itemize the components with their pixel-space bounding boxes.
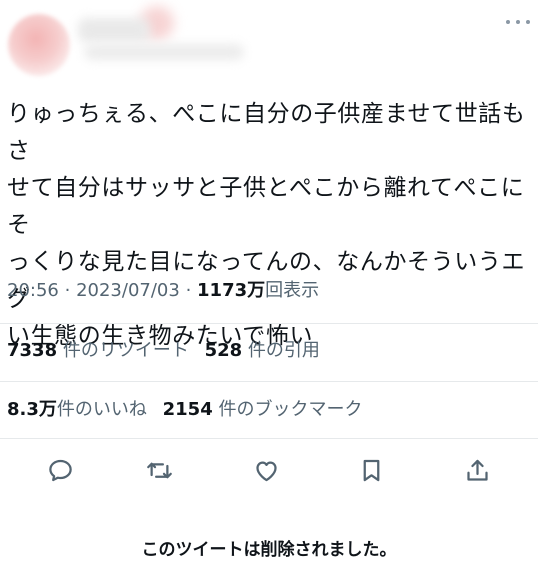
quotes-count: 528: [204, 340, 243, 361]
more-icon-dot: [516, 20, 520, 24]
views-count[interactable]: 1173万: [197, 280, 265, 301]
retweets-stat[interactable]: 7338 件のリツイート: [7, 340, 189, 361]
like-button[interactable]: [248, 452, 284, 488]
bookmarks-label: 件のブックマーク: [218, 399, 363, 420]
like-icon: [255, 461, 277, 481]
blurred-display-name[interactable]: [78, 18, 150, 42]
more-icon-dot: [506, 20, 510, 24]
deleted-notice: このツイートは削除されました。: [141, 540, 397, 560]
avatar[interactable]: [8, 14, 70, 76]
like-bookmark-stats: 8.3万件のいいね 2154 件のブックマーク: [7, 396, 532, 424]
retweet-button[interactable]: [141, 452, 177, 488]
quotes-label: 件の引用: [247, 340, 320, 361]
tweet-text-line: りゅっちぇる、ぺこに自分の子供産ませて世話もさ: [7, 101, 526, 164]
more-icon-dot: [526, 20, 530, 24]
reply-button[interactable]: [42, 452, 78, 488]
retweet-quote-stats: 7338 件のリツイート 528 件の引用: [7, 337, 532, 365]
likes-label: 件のいいね: [56, 399, 147, 420]
share-button[interactable]: [459, 452, 495, 488]
likes-count: 8.3万: [7, 399, 57, 420]
likes-stat[interactable]: 8.3万件のいいね: [7, 399, 147, 420]
tweet-text: りゅっちぇる、ぺこに自分の子供産ませて世話もさ せて自分はサッサと子供とぺこから…: [7, 96, 532, 355]
retweets-label: 件のリツイート: [62, 340, 189, 361]
blurred-handle: [84, 44, 244, 60]
bookmarks-stat[interactable]: 2154 件のブックマーク: [163, 399, 363, 420]
share-icon: [466, 459, 488, 481]
retweets-count: 7338: [7, 340, 58, 361]
quotes-stat[interactable]: 528 件の引用: [205, 340, 320, 361]
retweet-icon: [146, 462, 172, 478]
divider: [0, 438, 538, 439]
meta-separator: ·: [185, 280, 192, 301]
more-icon[interactable]: [506, 15, 530, 29]
divider: [0, 323, 538, 324]
action-bar: [0, 452, 538, 488]
bookmark-icon: [363, 459, 379, 481]
bookmarks-count: 2154: [162, 399, 213, 420]
bookmark-button[interactable]: [353, 452, 389, 488]
meta-separator: ·: [64, 280, 71, 301]
reply-icon: [48, 459, 72, 481]
divider: [0, 381, 538, 382]
tweet-header: [0, 0, 538, 88]
tweet-text-line: せて自分はサッサと子供とぺこから離れてぺこにそ: [7, 175, 525, 238]
tweet-time[interactable]: 20:56: [7, 280, 59, 301]
tweet-date[interactable]: 2023/07/03: [76, 280, 180, 301]
views-label[interactable]: 回表示: [265, 280, 319, 301]
tweet-meta: 20:56 · 2023/07/03 · 1173万回表示: [7, 277, 532, 305]
